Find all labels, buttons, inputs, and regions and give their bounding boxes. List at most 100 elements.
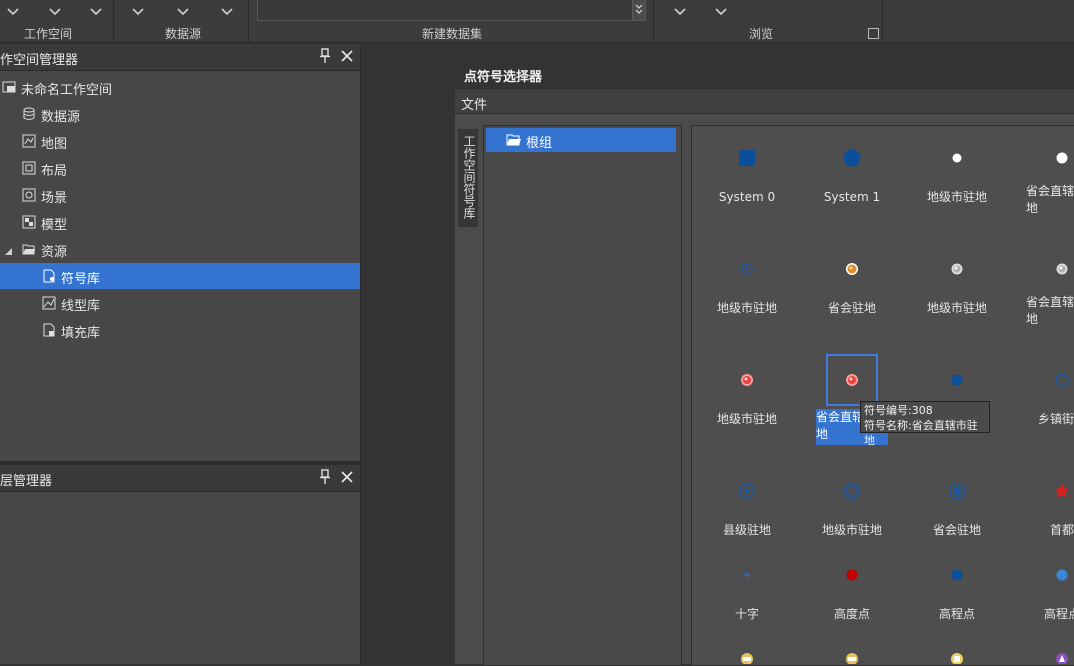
symbol-dot-blue-icon[interactable] [948,371,966,389]
symbol-label: System 1 [823,190,881,204]
symbol-dot-orange-glow-icon[interactable] [843,260,861,278]
point-symbol-selector-dialog: 文件 工作空间符号库 根组 [455,89,1074,666]
symbol-label: 地级市驻地 [716,301,777,315]
ribbon-group-label-workspace: 工作空间 [24,27,73,41]
tree-item-fill-library[interactable]: 填充库 [0,317,360,343]
folder-open-icon [22,242,36,256]
symbol-label: 首都 [1049,523,1074,537]
new-dataset-gallery[interactable] [257,0,646,21]
menu-file[interactable]: 文件 [461,94,487,113]
symbol-label: 高程点 [938,607,975,621]
symbol-dot-darkred-icon[interactable] [843,566,861,584]
symbol-label: 省会驻地 [932,523,981,537]
symbol-icon[interactable] [1055,652,1069,664]
panel-title: 层管理器 [0,474,53,489]
tree-item-scene[interactable]: 场景 [0,182,360,208]
symbol-label: System 0 [718,190,776,204]
close-icon[interactable] [340,49,354,63]
symbol-dot-grey-glow-icon[interactable] [948,260,966,278]
layout-icon [22,161,36,175]
tree-item-label: 布局 [41,164,68,179]
tree-item-datasource[interactable]: 数据源 [0,101,360,127]
gallery-expand-button[interactable] [632,0,645,20]
dialog-menu-bar: 文件 [455,89,1074,114]
tree-item-layout[interactable]: 布局 [0,155,360,181]
tree-item-map[interactable]: 地图 [0,128,360,154]
tree-item-symbol-library[interactable]: 符号库 [0,263,360,289]
panel-title: 作空间管理器 [0,53,79,68]
folder-open-icon [506,133,522,150]
chevron-down-icon[interactable] [7,8,19,16]
workspace-icon [2,80,16,94]
fill-library-icon [42,323,56,337]
tree-item-label: 地图 [41,137,68,152]
tree-item-line-library[interactable]: 线型库 [0,290,360,316]
close-icon[interactable] [340,470,354,484]
chevron-down-icon[interactable] [90,8,102,16]
chevron-down-icon[interactable] [177,8,189,16]
tree-item-label: 资源 [41,245,68,260]
symbol-cross-blue-icon[interactable] [738,566,756,584]
scene-icon [22,188,36,202]
symbol-star-red-icon[interactable] [1053,482,1071,500]
symbol-label: 县级驻地 [722,523,771,537]
pin-icon[interactable] [318,48,332,64]
tree-item-label: 模型 [41,218,68,233]
ribbon-group-label-new-dataset: 新建数据集 [422,27,483,41]
symbol-grid [691,125,1074,666]
symbol-library-icon [42,269,56,283]
tree-item-resources[interactable]: 资源 [0,236,360,262]
tree-item-model[interactable]: 模型 [0,209,360,235]
chevron-down-icon[interactable] [221,8,233,16]
symbol-label: 地级市驻地 [926,190,987,204]
panel-title-bar: 层管理器 [0,465,360,492]
symbol-label: 高度点 [833,607,870,621]
symbol-ring-double-blue-icon[interactable] [843,482,861,500]
symbol-dot-red-glow-icon[interactable] [738,371,756,389]
symbol-label: 省会直辖市驻地 [1026,295,1074,326]
symbol-icon[interactable] [740,652,754,664]
symbol-dot-white-large-icon[interactable] [1053,149,1071,167]
symbol-label: 省会直辖市驻地 [1026,184,1074,215]
database-icon [22,107,36,121]
symbol-circle-blue-icon[interactable] [843,149,861,167]
chevron-down-icon[interactable] [49,8,61,16]
symbol-ring-blue-icon[interactable] [1053,371,1071,389]
model-icon [22,215,36,229]
symbol-ring-dot-blue-large-icon[interactable] [948,482,966,500]
tooltip-symbol-name: 符号名称:省会直辖市驻地 [864,419,978,447]
symbol-icon[interactable] [950,652,964,664]
workspace-manager-panel: 作空间管理器 未命名工作空间 数据源 地图 布局 场景 模型 资源 符号库 线型… [0,44,360,461]
pin-icon[interactable] [318,469,332,485]
ribbon: 工作空间 数据源 新建数据集 浏览 [0,0,1074,43]
symbol-label: 地级市驻地 [821,523,882,537]
symbol-ring-dot-blue-icon[interactable] [738,482,756,500]
symbol-square-blue-icon[interactable] [738,149,756,167]
tree-item-workspace[interactable]: 未命名工作空间 [0,74,360,100]
side-tab-label: 工作空间符号库 [462,135,476,219]
ribbon-group-label-datasource: 数据源 [165,27,202,41]
symbol-dot-grey-glow-icon[interactable] [1053,260,1071,278]
symbol-label: 省会驻地 [827,301,876,315]
expand-arrow-icon[interactable] [4,245,13,259]
tree-item-label: 未命名工作空间 [21,83,113,98]
symbol-label: 十字 [734,607,759,621]
symbol-dot-lightblue-icon[interactable] [1053,566,1071,584]
symbol-tooltip: 符号编号:308 符号名称:省会直辖市驻地 [860,401,990,447]
symbol-dot-white-icon[interactable] [948,149,966,167]
chevron-down-icon[interactable] [715,8,727,16]
map-icon [22,134,36,148]
chevron-down-icon[interactable] [132,8,144,16]
panel-title-bar: 作空间管理器 [0,44,360,71]
selected-symbol-frame[interactable] [826,354,878,406]
chevron-down-icon[interactable] [674,8,686,16]
tree-item-label: 数据源 [41,110,81,125]
dialog-launcher-icon[interactable] [868,28,879,39]
tree-item-label: 场景 [41,191,68,206]
side-tab-workspace-symbols[interactable]: 工作空间符号库 [458,129,478,227]
symbol-dot-blue-icon[interactable] [948,566,966,584]
symbol-ring-blue-small-icon[interactable] [738,260,756,278]
symbol-icon[interactable] [845,652,859,664]
tree-item-label: 线型库 [61,299,101,314]
tree-item-root-group[interactable]: 根组 [486,128,676,152]
